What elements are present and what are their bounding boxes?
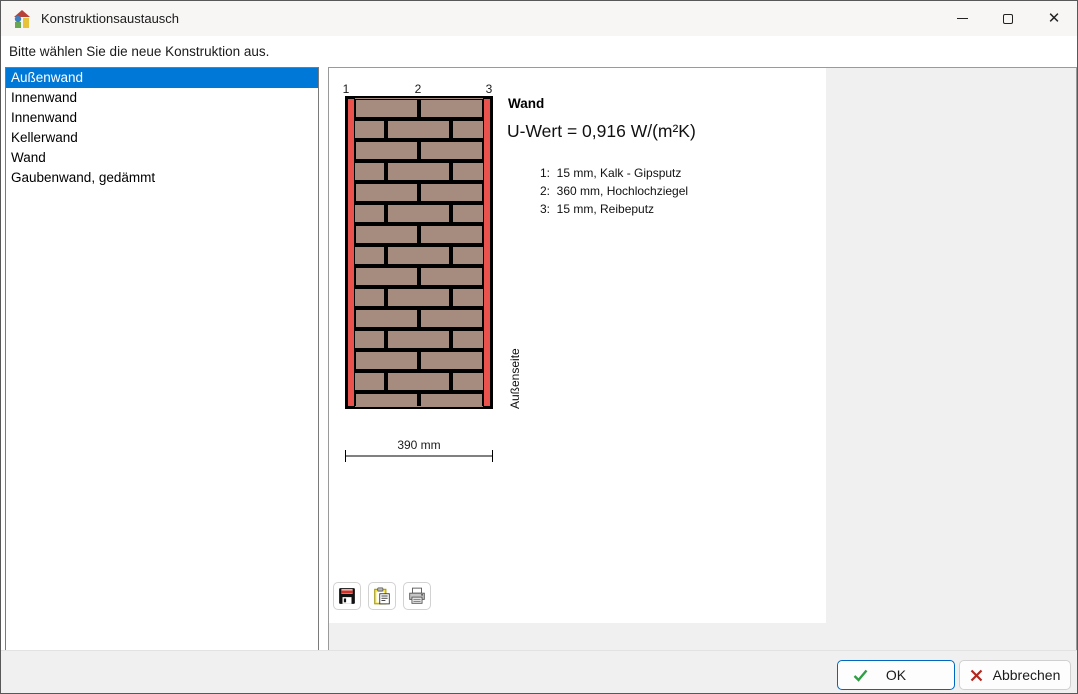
layer-row-2: 2: 360 mm, Hochlochziegel (540, 182, 688, 200)
brick-layer (355, 99, 483, 406)
cross-icon (970, 669, 983, 682)
minimize-button[interactable] (939, 1, 985, 36)
window-title: Konstruktionsaustausch (41, 11, 179, 26)
preview-toolbar (333, 582, 431, 610)
copy-to-clipboard-icon (373, 587, 391, 605)
minimize-icon (957, 18, 968, 19)
close-icon: ✕ (1048, 11, 1061, 26)
u-value: U-Wert = 0,916 W/(m²K) (507, 121, 696, 142)
preview-title: Wand (508, 96, 544, 111)
footer-bar: OK Abbrechen (1, 650, 1077, 693)
ok-button[interactable]: OK (837, 660, 955, 690)
print-button[interactable] (403, 582, 431, 610)
print-icon (408, 587, 426, 605)
plaster-layer-left (348, 99, 355, 407)
close-button[interactable]: ✕ (1031, 1, 1077, 36)
outside-label: Außenseite (508, 319, 524, 409)
list-item-aussenwand[interactable]: Außenwand (6, 68, 318, 88)
maximize-icon (1003, 14, 1013, 24)
cancel-button-label: Abbrechen (993, 667, 1061, 683)
instruction-label: Bitte wählen Sie die neue Konstruktion a… (9, 44, 269, 59)
save-icon (338, 587, 356, 605)
list-item-wand[interactable]: Wand (6, 148, 318, 168)
construction-preview-canvas: 1 2 3 390 mm Wand U-Wert = 0,916 W/(m²K)… (329, 68, 826, 623)
titlebar: Konstruktionsaustausch ✕ (1, 1, 1077, 36)
wall-cross-section-drawing: 1 2 3 390 mm (335, 74, 535, 474)
layer-marker-2: 2 (415, 82, 422, 96)
window-controls: ✕ (939, 1, 1077, 36)
layer-marker-1: 1 (343, 82, 350, 96)
list-item-innenwand-1[interactable]: Innenwand (6, 88, 318, 108)
maximize-button[interactable] (985, 1, 1031, 36)
house-icon (12, 9, 32, 29)
layer-row-3: 3: 15 mm, Reibeputz (540, 200, 688, 218)
list-item-kellerwand[interactable]: Kellerwand (6, 128, 318, 148)
ok-button-label: OK (838, 667, 954, 683)
layer-list: 1: 15 mm, Kalk - Gipsputz 2: 360 mm, Hoc… (540, 164, 688, 218)
layer-marker-3: 3 (486, 82, 493, 96)
list-item-innenwand-2[interactable]: Innenwand (6, 108, 318, 128)
cancel-button[interactable]: Abbrechen (959, 660, 1071, 690)
dimension-label: 390 mm (397, 438, 440, 452)
copy-to-clipboard-button[interactable] (368, 582, 396, 610)
plaster-layer-right (484, 99, 491, 407)
list-item-gaubenwand[interactable]: Gaubenwand, gedämmt (6, 168, 318, 188)
dialog-konstruktionsaustausch: Konstruktionsaustausch ✕ Bitte wählen Si… (0, 0, 1078, 694)
layer-row-1: 1: 15 mm, Kalk - Gipsputz (540, 164, 688, 182)
preview-panel: 1 2 3 390 mm Wand U-Wert = 0,916 W/(m²K)… (328, 67, 1077, 652)
save-button[interactable] (333, 582, 361, 610)
construction-listbox: Außenwand Innenwand Innenwand Kellerwand… (5, 67, 319, 652)
